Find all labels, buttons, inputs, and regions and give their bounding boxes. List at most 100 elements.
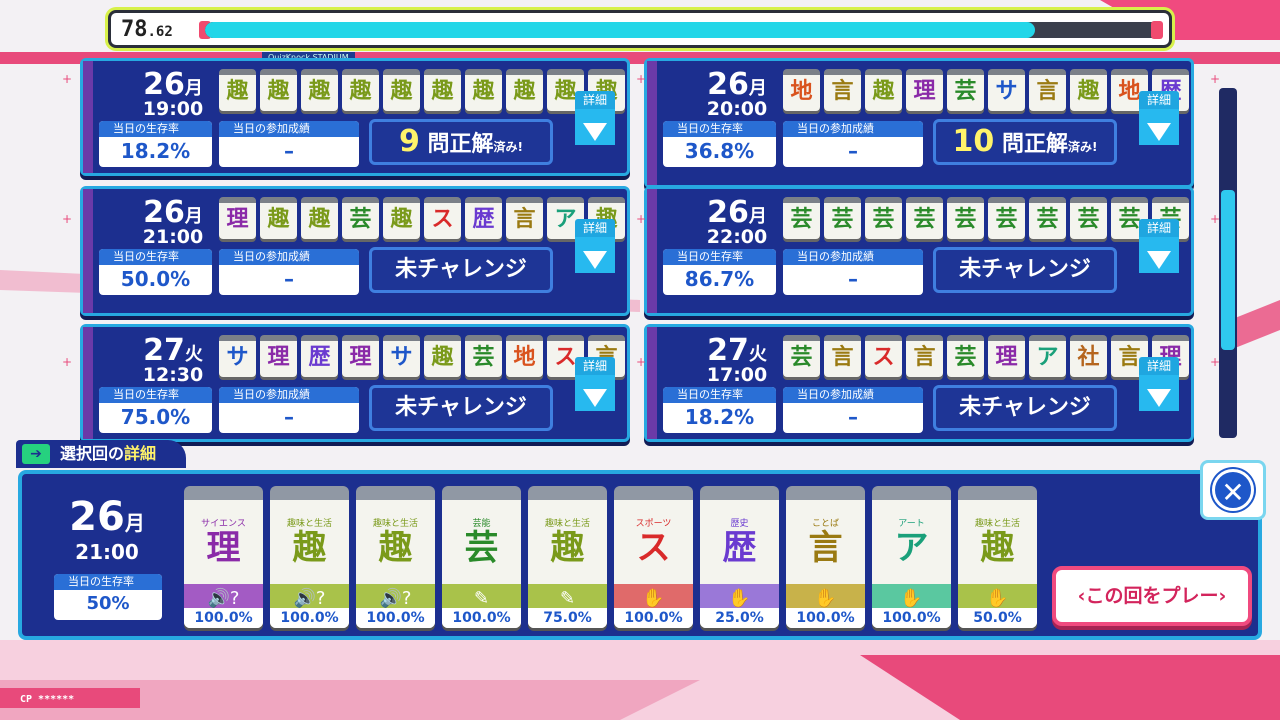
- question-card[interactable]: 芸能 芸 ✎ 100.0%: [442, 486, 521, 628]
- card-date: 26月 20:00: [677, 67, 797, 120]
- card-weekday: 月: [748, 206, 767, 227]
- progress-header: 78.62: [108, 10, 1172, 48]
- genre-tile: 趣: [865, 69, 902, 111]
- result-label: 当日の参加成績: [783, 249, 923, 265]
- result-label: 当日の参加成績: [783, 121, 923, 137]
- schedule-card[interactable]: 26月20:00 地言趣理芸サ言趣地歴 当日の生存率36.8% 当日の参加成績–…: [644, 58, 1194, 188]
- question-card[interactable]: 歴史 歴 ✋ 25.0%: [700, 486, 779, 628]
- schedule-card[interactable]: 26月19:00 趣趣趣趣趣趣趣趣趣趣 当日の生存率 18.2% 当日の参加成績 –…: [80, 58, 630, 176]
- play-this-round-button[interactable]: ‹この回をプレー›: [1052, 566, 1252, 626]
- card-time: 20:00: [706, 98, 768, 120]
- survival-rate: 当日の生存率 18.2%: [663, 387, 776, 433]
- question-genre-char: 言: [808, 528, 843, 568]
- card-accent: [83, 61, 93, 173]
- close-button[interactable]: ✕: [1200, 460, 1266, 520]
- card-accent: [647, 189, 657, 313]
- question-card[interactable]: 趣味と生活 趣 🔊? 100.0%: [270, 486, 349, 628]
- genre-tile: 芸: [988, 197, 1025, 239]
- card-day: 26: [143, 195, 185, 230]
- detail-label: 詳細: [575, 91, 615, 109]
- detail-label: 詳細: [1139, 91, 1179, 109]
- detail-button[interactable]: 詳細: [575, 219, 615, 283]
- card-date: 27火 17:00: [677, 333, 797, 386]
- genre-tile: 歴: [301, 335, 338, 377]
- plus-decoration: +: [1210, 72, 1221, 86]
- genre-tile: 芸: [906, 197, 943, 239]
- result-value: –: [848, 267, 858, 291]
- detail-button[interactable]: 詳細: [1139, 91, 1179, 155]
- question-card[interactable]: スポーツ ス ✋ 100.0%: [614, 486, 693, 628]
- survival-rate-value: 86.7%: [684, 267, 755, 291]
- detail-button[interactable]: 詳細: [1139, 219, 1179, 283]
- genre-tile: 趣: [260, 69, 297, 111]
- genre-tile: 芸: [947, 69, 984, 111]
- question-card[interactable]: 趣味と生活 趣 ✎ 75.0%: [528, 486, 607, 628]
- question-genre-char: 趣: [292, 528, 327, 568]
- plus-decoration: +: [636, 72, 647, 86]
- question-card[interactable]: 趣味と生活 趣 🔊? 100.0%: [356, 486, 435, 628]
- participation-result: 当日の参加成績 –: [783, 387, 923, 433]
- card-accent: [83, 327, 93, 439]
- card-day: 27: [707, 333, 749, 368]
- question-correct-rate: 50.0%: [958, 608, 1037, 628]
- plus-decoration: +: [62, 212, 73, 226]
- plus-decoration: +: [1210, 212, 1221, 226]
- plus-decoration: +: [62, 72, 73, 86]
- survival-rate-value: 36.8%: [684, 139, 755, 163]
- arrow-down-icon: [575, 237, 615, 273]
- list-scrollbar[interactable]: [1219, 88, 1237, 438]
- question-card[interactable]: 趣味と生活 趣 ✋ 50.0%: [958, 486, 1037, 628]
- genre-tile: 趣: [465, 69, 502, 111]
- result-value: –: [284, 139, 294, 163]
- score-readout: 78.62: [121, 17, 173, 42]
- survival-rate-value: 18.2%: [120, 139, 191, 163]
- detail-button[interactable]: 詳細: [1139, 357, 1179, 421]
- question-correct-rate: 100.0%: [872, 608, 951, 628]
- arrow-down-icon: [1139, 375, 1179, 411]
- schedule-card[interactable]: 26月22:00 芸芸芸芸芸芸芸芸芸芸 当日の生存率 86.7% 当日の参加成績 –…: [644, 186, 1194, 316]
- detail-label: 詳細: [575, 219, 615, 237]
- genre-tiles: サ理歴理サ趣芸地ス言: [219, 335, 625, 377]
- schedule-card[interactable]: 27火12:30 サ理歴理サ趣芸地ス言 当日の生存率 75.0% 当日の参加成績 –…: [80, 324, 630, 442]
- question-correct-rate: 100.0%: [184, 608, 263, 628]
- scrollbar-thumb[interactable]: [1221, 190, 1235, 350]
- genre-tile: 芸: [947, 197, 984, 239]
- card-day: 27: [143, 333, 185, 368]
- card-accent: [647, 61, 657, 185]
- plus-decoration: +: [636, 355, 647, 369]
- card-date: 26月 19:00: [113, 67, 233, 120]
- genre-tile: 趣: [301, 69, 338, 111]
- question-card[interactable]: ことば 言 ✋ 100.0%: [786, 486, 865, 628]
- genre-tile: 趣: [424, 335, 461, 377]
- schedule-card[interactable]: 26月21:00 理趣趣芸趣ス歴言ア趣 当日の生存率 50.0% 当日の参加成績 –…: [80, 186, 630, 316]
- detail-button[interactable]: 詳細: [575, 91, 615, 155]
- genre-tile: ス: [865, 335, 902, 377]
- genre-tile: 趣: [301, 197, 338, 239]
- detail-header-text: 選択回の: [60, 444, 125, 463]
- detail-day: 26: [69, 494, 125, 540]
- arrow-down-icon: [575, 109, 615, 145]
- genre-tiles: 地言趣理芸サ言趣地歴: [783, 69, 1189, 111]
- card-day: 26: [707, 195, 749, 230]
- detail-panel-header: ➔ 選択回の詳細: [16, 440, 186, 468]
- survival-rate-value: 18.2%: [684, 405, 755, 429]
- genre-tile: 趣: [1070, 69, 1107, 111]
- genre-tile: 理: [219, 197, 256, 239]
- genre-tile: 芸: [865, 197, 902, 239]
- genre-tile: 芸: [1070, 197, 1107, 239]
- result-label: 当日の参加成績: [219, 387, 359, 403]
- genre-tile: サ: [988, 69, 1025, 111]
- card-time: 12:30: [142, 364, 204, 386]
- question-card[interactable]: サイエンス 理 🔊? 100.0%: [184, 486, 263, 628]
- question-correct-rate: 75.0%: [528, 608, 607, 628]
- detail-button[interactable]: 詳細: [575, 357, 615, 421]
- result-value: –: [284, 405, 294, 429]
- question-card[interactable]: アート ア ✋ 100.0%: [872, 486, 951, 628]
- genre-tile: 芸: [824, 197, 861, 239]
- card-accent: [647, 327, 657, 439]
- schedule-card[interactable]: 27火17:00 芸言ス言芸理ア社言理 当日の生存率18.2% 当日の参加成績–…: [644, 324, 1194, 442]
- survival-rate: 当日の生存率 36.8%: [663, 121, 776, 167]
- genre-tile: 理: [906, 69, 943, 111]
- genre-tiles: 理趣趣芸趣ス歴言ア趣: [219, 197, 625, 239]
- result-label: 当日の参加成績: [219, 121, 359, 137]
